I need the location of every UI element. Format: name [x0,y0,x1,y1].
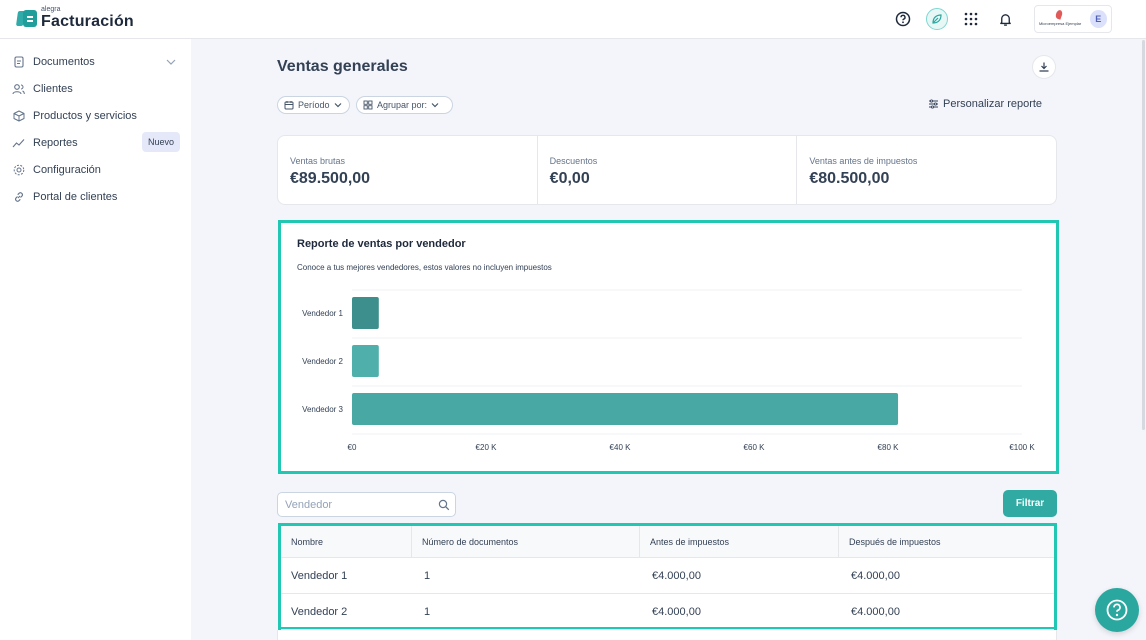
chart-subtitle: Conoce a tus mejores vendedores, estos v… [297,263,552,272]
x-tick-label: €80 K [878,443,900,452]
summary-gross-sales: Ventas brutas €89.500,00 [278,136,538,204]
alegra-logo-icon [15,8,37,28]
table-cell: Vendedor 2 [291,606,348,618]
table-cell: €4.000,00 [851,606,900,618]
summary-discounts: Descuentos €0,00 [538,136,798,204]
customize-report-label: Personalizar reporte [943,98,1043,110]
bar-vendedor-2[interactable] [352,345,379,377]
x-tick-label: €60 K [744,443,766,452]
help-button[interactable] [1095,588,1139,632]
avatar: E [1089,10,1107,28]
x-tick-label: €0 [348,443,357,452]
summary-label: Ventas antes de impuestos [809,156,918,166]
bar-vendedor-3[interactable] [352,393,899,425]
gear-icon [12,164,25,177]
account-menu[interactable]: Microempresa Ejemplar E [1034,5,1112,33]
sidebar-item-portal[interactable]: Portal de clientes [12,187,180,207]
sidebar-item-clientes[interactable]: Clientes [12,79,180,99]
brand-name: Facturación [41,13,134,30]
column-header[interactable]: Después de impuestos [838,526,1054,558]
customize-report-button[interactable]: Personalizar reporte [928,98,1042,110]
chevron-down-icon[interactable] [166,57,176,69]
bar-vendedor-1[interactable] [352,297,379,329]
help-circle-icon[interactable] [892,8,914,30]
summary-label: Descuentos [549,156,598,166]
table-continuation [277,630,1057,640]
app-logo[interactable]: alegra Facturación [15,6,134,30]
group-by-filter[interactable]: Agrupar por: [356,96,453,114]
x-tick-label: €40 K [610,443,632,452]
download-icon [1039,62,1049,72]
summary-card: Ventas brutas €89.500,00 Descuentos €0,0… [277,135,1057,205]
calendar-icon [284,101,294,110]
question-icon [1106,599,1128,621]
column-header[interactable]: Antes de impuestos [639,526,839,558]
sidebar-item-documentos[interactable]: Documentos [12,52,180,72]
table-cell: €4.000,00 [851,570,900,582]
sidebar-item-reportes[interactable]: Reportes Nuevo [12,132,180,153]
scrollbar[interactable] [1142,40,1145,430]
period-filter-label: Período [298,100,330,110]
chevron-down-icon [431,103,439,108]
x-tick-label: €20 K [476,443,498,452]
table-cell: €4.000,00 [652,570,701,582]
new-badge: Nuevo [141,132,180,152]
bell-icon[interactable] [994,8,1016,30]
sidebar-item-label: Configuración [33,164,101,176]
table-cell: Vendedor 1 [291,570,348,582]
table-row[interactable]: Vendedor 2 1 €4.000,00 €4.000,00 [281,594,1054,630]
table-row[interactable]: Vendedor 1 1 €4.000,00 €4.000,00 [281,558,1054,594]
box-icon [12,110,25,123]
sellers-table: Nombre Número de documentos Antes de imp… [278,523,1057,630]
sidebar-item-label: Documentos [33,56,95,68]
document-icon [12,56,25,69]
company-logo: Microempresa Ejemplar [1039,9,1082,29]
group-by-label: Agrupar por: [377,100,428,110]
trend-line-icon [12,137,25,150]
sliders-icon [929,99,938,109]
x-tick-label: €100 K [1009,443,1035,452]
chevron-down-icon [334,103,341,108]
sidebar-item-label: Clientes [33,83,73,95]
category-label: Vendedor 3 [302,405,343,414]
summary-value: €80.500,00 [809,170,890,187]
sales-by-seller-chart: Vendedor 1 Vendedor 2 Vendedor 3 €0 €20 K €40… [278,220,1059,474]
sidebar-item-productos[interactable]: Productos y servicios [12,106,180,126]
bar-chart: Vendedor 1 Vendedor 2 Vendedor 3 €0 €20 K €40… [302,289,1035,452]
grid-icon [363,100,373,110]
summary-label: Ventas brutas [290,156,346,166]
category-label: Vendedor 2 [302,357,343,366]
summary-value: €0,00 [549,170,590,187]
sidebar-item-configuracion[interactable]: Configuración [12,160,180,180]
column-header[interactable]: Nombre [281,526,412,558]
page-title: Ventas generales [277,58,408,75]
column-header[interactable]: Número de documentos [411,526,639,558]
table-cell: 1 [424,606,431,618]
download-button[interactable] [1032,55,1056,79]
leaf-icon[interactable] [926,8,948,30]
summary-pre-tax-sales: Ventas antes de impuestos €80.500,00 [797,136,1056,204]
period-filter[interactable]: Período [277,96,350,114]
table-cell: €4.000,00 [652,606,701,618]
table-header: Nombre Número de documentos Antes de imp… [281,526,1054,558]
apps-grid-icon[interactable] [960,8,982,30]
seller-search-input[interactable] [277,492,456,517]
sidebar-item-label: Portal de clientes [33,191,118,203]
search-icon[interactable] [438,498,450,516]
link-icon [12,191,25,204]
table-cell: 1 [424,570,431,582]
users-icon [12,83,25,96]
summary-value: €89.500,00 [290,170,371,187]
sidebar-item-label: Productos y servicios [33,110,137,122]
top-bar: alegra Facturación Microempresa Ejemplar… [0,0,1146,39]
sidebar-item-label: Reportes [33,137,78,149]
brand-small: alegra [41,6,61,13]
chart-title: Reporte de ventas por vendedor [297,238,466,250]
sidebar: Documentos Clientes Productos y servicio… [0,39,191,640]
filter-button[interactable]: Filtrar [1003,490,1057,517]
category-label: Vendedor 1 [302,309,343,318]
